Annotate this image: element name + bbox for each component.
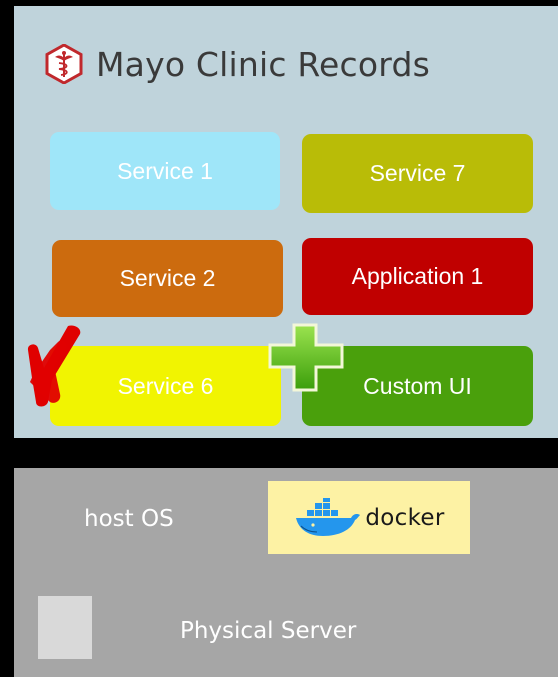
service-1-label: Service 1 <box>117 157 213 184</box>
red-x-icon <box>27 325 81 407</box>
docker-box: docker <box>268 481 470 554</box>
service-7-label: Service 7 <box>369 160 466 186</box>
host-os-label: host OS <box>84 506 174 532</box>
caduceus-icon <box>45 44 83 84</box>
custom-ui-label: Custom UI <box>363 372 472 399</box>
service-7-box: Service 7 <box>302 134 533 213</box>
service-2-label: Service 2 <box>119 265 216 291</box>
green-plus-icon <box>268 323 344 392</box>
diagram-frame: Mayo Clinic Records Service 1 Service 7 … <box>14 6 558 677</box>
service-2-box: Service 2 <box>52 240 283 317</box>
docker-label: docker <box>365 504 445 531</box>
physical-server-label: Physical Server <box>180 618 357 644</box>
page-title: Mayo Clinic Records <box>96 44 431 84</box>
header: Mayo Clinic Records <box>44 40 430 88</box>
service-6-label: Service 6 <box>117 372 214 399</box>
application-1-box: Application 1 <box>302 238 533 315</box>
application-layer: Mayo Clinic Records Service 1 Service 7 … <box>14 6 558 438</box>
server-icon <box>38 596 92 659</box>
application-1-label: Application 1 <box>351 263 484 289</box>
docker-whale-icon <box>296 497 361 536</box>
service-1-box: Service 1 <box>50 132 280 210</box>
